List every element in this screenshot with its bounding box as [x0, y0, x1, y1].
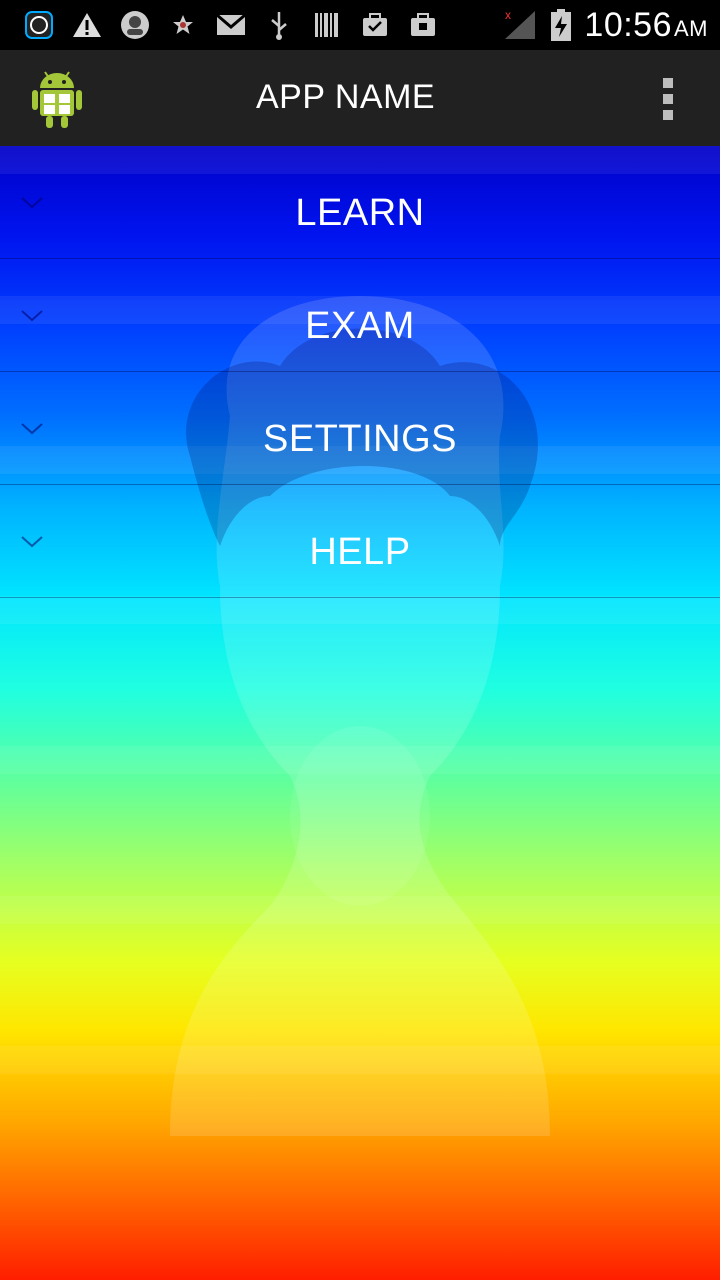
battery-charging-icon: [548, 8, 574, 42]
briefcase-check-icon: [358, 8, 392, 42]
menu-item-label: LEARN: [295, 192, 425, 234]
menu-item-help[interactable]: HELP: [0, 485, 720, 598]
system-icons: x 10:56AM: [502, 6, 720, 45]
usb-icon: [262, 8, 296, 42]
warning-icon: [70, 8, 104, 42]
menu-item-label: EXAM: [305, 305, 415, 347]
notification-icons: [0, 8, 440, 42]
overflow-dot: [663, 78, 673, 88]
action-bar: APP NAME: [0, 50, 720, 146]
overflow-dot: [663, 94, 673, 104]
menu-item-label: HELP: [309, 531, 411, 573]
overflow-menu-icon[interactable]: [656, 78, 680, 120]
signal-icon: x: [502, 8, 538, 42]
app-title: APP NAME: [256, 78, 436, 116]
app-notification-icon: [22, 8, 56, 42]
overflow-dot: [663, 110, 673, 120]
menu-item-learn[interactable]: LEARN: [0, 146, 720, 259]
main-menu: LEARN EXAM SETTINGS HELP: [0, 146, 720, 598]
clock-time: 10:56: [584, 5, 672, 44]
clock-ampm: AM: [674, 15, 708, 41]
screen: x 10:56AM APP NAME LEARN EXAM SETTINGS H…: [0, 0, 720, 1280]
svg-text:x: x: [505, 9, 511, 22]
avatar-icon: [118, 8, 152, 42]
menu-item-exam[interactable]: EXAM: [0, 259, 720, 372]
barcode-icon: [310, 8, 344, 42]
status-bar: x 10:56AM: [0, 0, 720, 50]
menu-item-settings[interactable]: SETTINGS: [0, 372, 720, 485]
menu-item-label: SETTINGS: [262, 418, 458, 460]
android-icon[interactable]: [30, 68, 84, 130]
gmail-icon: [214, 8, 248, 42]
briefcase-icon: [406, 8, 440, 42]
star-icon: [166, 8, 200, 42]
status-clock: 10:56AM: [584, 6, 708, 45]
